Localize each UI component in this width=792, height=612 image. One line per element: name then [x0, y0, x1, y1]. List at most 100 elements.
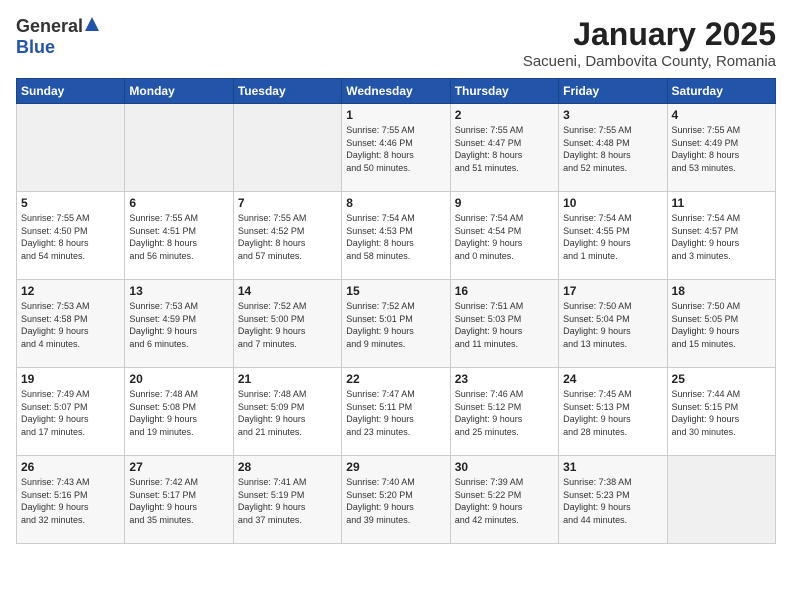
day-number: 19: [21, 372, 120, 386]
day-detail: Sunrise: 7:38 AM Sunset: 5:23 PM Dayligh…: [563, 476, 662, 526]
calendar-cell: 12 Sunrise: 7:53 AM Sunset: 4:58 PM Dayli…: [17, 280, 125, 368]
calendar-cell: 17 Sunrise: 7:50 AM Sunset: 5:04 PM Dayli…: [559, 280, 667, 368]
day-detail: Sunrise: 7:48 AM Sunset: 5:09 PM Dayligh…: [238, 388, 337, 438]
day-detail: Sunrise: 7:50 AM Sunset: 5:04 PM Dayligh…: [563, 300, 662, 350]
calendar-cell: 7Sunrise: 7:55 AM Sunset: 4:52 PM Daylig…: [233, 192, 341, 280]
calendar-cell: 21 Sunrise: 7:48 AM Sunset: 5:09 PM Dayli…: [233, 368, 341, 456]
calendar-cell: 20 Sunrise: 7:48 AM Sunset: 5:08 PM Dayli…: [125, 368, 233, 456]
day-detail: Sunrise: 7:45 AM Sunset: 5:13 PM Dayligh…: [563, 388, 662, 438]
day-detail: Sunrise: 7:55 AM Sunset: 4:50 PM Dayligh…: [21, 212, 120, 262]
weekday-header-monday: Monday: [125, 79, 233, 104]
day-detail: Sunrise: 7:54 AM Sunset: 4:55 PM Dayligh…: [563, 212, 662, 262]
page-header: General Blue January 2025 Sacueni, Dambo…: [16, 16, 776, 70]
day-number: 25: [672, 372, 771, 386]
day-detail: Sunrise: 7:54 AM Sunset: 4:53 PM Dayligh…: [346, 212, 445, 262]
day-detail: Sunrise: 7:53 AM Sunset: 4:58 PM Dayligh…: [21, 300, 120, 350]
calendar-cell: 23Sunrise: 7:46 AM Sunset: 5:12 PM Dayli…: [450, 368, 558, 456]
calendar-cell: 19 Sunrise: 7:49 AM Sunset: 5:07 PM Dayli…: [17, 368, 125, 456]
calendar-cell: 5Sunrise: 7:55 AM Sunset: 4:50 PM Daylig…: [17, 192, 125, 280]
day-number: 30: [455, 460, 554, 474]
day-number: 23: [455, 372, 554, 386]
day-detail: Sunrise: 7:54 AM Sunset: 4:57 PM Dayligh…: [672, 212, 771, 262]
calendar-cell: 16 Sunrise: 7:51 AM Sunset: 5:03 PM Dayli…: [450, 280, 558, 368]
day-detail: Sunrise: 7:48 AM Sunset: 5:08 PM Dayligh…: [129, 388, 228, 438]
day-number: 1: [346, 108, 445, 122]
day-number: 24: [563, 372, 662, 386]
logo-icon: [85, 17, 99, 36]
day-number: 6: [129, 196, 228, 210]
calendar-cell: 10 Sunrise: 7:54 AM Sunset: 4:55 PM Dayli…: [559, 192, 667, 280]
weekday-header-saturday: Saturday: [667, 79, 775, 104]
weekday-header-friday: Friday: [559, 79, 667, 104]
day-number: 12: [21, 284, 120, 298]
day-detail: Sunrise: 7:44 AM Sunset: 5:15 PM Dayligh…: [672, 388, 771, 438]
day-number: 21: [238, 372, 337, 386]
calendar-table: SundayMondayTuesdayWednesdayThursdayFrid…: [16, 78, 776, 544]
weekday-header-thursday: Thursday: [450, 79, 558, 104]
day-number: 16: [455, 284, 554, 298]
day-number: 10: [563, 196, 662, 210]
calendar-cell: 28Sunrise: 7:41 AM Sunset: 5:19 PM Dayli…: [233, 456, 341, 544]
day-detail: Sunrise: 7:39 AM Sunset: 5:22 PM Dayligh…: [455, 476, 554, 526]
day-detail: Sunrise: 7:54 AM Sunset: 4:54 PM Dayligh…: [455, 212, 554, 262]
day-detail: Sunrise: 7:47 AM Sunset: 5:11 PM Dayligh…: [346, 388, 445, 438]
weekday-header-wednesday: Wednesday: [342, 79, 450, 104]
calendar-cell: 26Sunrise: 7:43 AM Sunset: 5:16 PM Dayli…: [17, 456, 125, 544]
calendar-cell: 24 Sunrise: 7:45 AM Sunset: 5:13 PM Dayli…: [559, 368, 667, 456]
weekday-header-tuesday: Tuesday: [233, 79, 341, 104]
calendar-cell: 30 Sunrise: 7:39 AM Sunset: 5:22 PM Dayli…: [450, 456, 558, 544]
day-detail: Sunrise: 7:52 AM Sunset: 5:00 PM Dayligh…: [238, 300, 337, 350]
day-number: 4: [672, 108, 771, 122]
day-detail: Sunrise: 7:55 AM Sunset: 4:47 PM Dayligh…: [455, 124, 554, 174]
day-number: 31: [563, 460, 662, 474]
calendar-cell: 6Sunrise: 7:55 AM Sunset: 4:51 PM Daylig…: [125, 192, 233, 280]
day-detail: Sunrise: 7:55 AM Sunset: 4:49 PM Dayligh…: [672, 124, 771, 174]
day-detail: Sunrise: 7:55 AM Sunset: 4:48 PM Dayligh…: [563, 124, 662, 174]
week-row-4: 19 Sunrise: 7:49 AM Sunset: 5:07 PM Dayli…: [17, 368, 776, 456]
day-number: 13: [129, 284, 228, 298]
day-number: 18: [672, 284, 771, 298]
calendar-cell: 29Sunrise: 7:40 AM Sunset: 5:20 PM Dayli…: [342, 456, 450, 544]
day-number: 28: [238, 460, 337, 474]
calendar-cell: 8Sunrise: 7:54 AM Sunset: 4:53 PM Daylig…: [342, 192, 450, 280]
week-row-1: 1 Sunrise: 7:55 AM Sunset: 4:46 PM Daylig…: [17, 104, 776, 192]
day-number: 27: [129, 460, 228, 474]
calendar-title: January 2025: [523, 16, 776, 53]
calendar-cell: 22 Sunrise: 7:47 AM Sunset: 5:11 PM Dayli…: [342, 368, 450, 456]
calendar-cell: 11 Sunrise: 7:54 AM Sunset: 4:57 PM Dayli…: [667, 192, 775, 280]
week-row-3: 12 Sunrise: 7:53 AM Sunset: 4:58 PM Dayli…: [17, 280, 776, 368]
day-detail: Sunrise: 7:50 AM Sunset: 5:05 PM Dayligh…: [672, 300, 771, 350]
calendar-cell: [667, 456, 775, 544]
weekday-header-row: SundayMondayTuesdayWednesdayThursdayFrid…: [17, 79, 776, 104]
logo: General Blue: [16, 16, 99, 58]
calendar-cell: 9Sunrise: 7:54 AM Sunset: 4:54 PM Daylig…: [450, 192, 558, 280]
calendar-cell: [233, 104, 341, 192]
calendar-cell: [17, 104, 125, 192]
day-detail: Sunrise: 7:49 AM Sunset: 5:07 PM Dayligh…: [21, 388, 120, 438]
day-detail: Sunrise: 7:55 AM Sunset: 4:52 PM Dayligh…: [238, 212, 337, 262]
day-number: 26: [21, 460, 120, 474]
calendar-cell: 3 Sunrise: 7:55 AM Sunset: 4:48 PM Daylig…: [559, 104, 667, 192]
calendar-cell: 15Sunrise: 7:52 AM Sunset: 5:01 PM Dayli…: [342, 280, 450, 368]
day-number: 14: [238, 284, 337, 298]
day-detail: Sunrise: 7:42 AM Sunset: 5:17 PM Dayligh…: [129, 476, 228, 526]
calendar-cell: 13 Sunrise: 7:53 AM Sunset: 4:59 PM Dayli…: [125, 280, 233, 368]
day-number: 20: [129, 372, 228, 386]
title-block: January 2025 Sacueni, Dambovita County, …: [523, 16, 776, 70]
day-number: 17: [563, 284, 662, 298]
calendar-cell: [125, 104, 233, 192]
day-detail: Sunrise: 7:40 AM Sunset: 5:20 PM Dayligh…: [346, 476, 445, 526]
day-number: 11: [672, 196, 771, 210]
day-detail: Sunrise: 7:55 AM Sunset: 4:46 PM Dayligh…: [346, 124, 445, 174]
week-row-5: 26Sunrise: 7:43 AM Sunset: 5:16 PM Dayli…: [17, 456, 776, 544]
calendar-cell: 14 Sunrise: 7:52 AM Sunset: 5:00 PM Dayli…: [233, 280, 341, 368]
day-detail: Sunrise: 7:51 AM Sunset: 5:03 PM Dayligh…: [455, 300, 554, 350]
calendar-location: Sacueni, Dambovita County, Romania: [523, 53, 776, 70]
day-detail: Sunrise: 7:53 AM Sunset: 4:59 PM Dayligh…: [129, 300, 228, 350]
day-number: 3: [563, 108, 662, 122]
calendar-cell: 1 Sunrise: 7:55 AM Sunset: 4:46 PM Daylig…: [342, 104, 450, 192]
calendar-cell: 27 Sunrise: 7:42 AM Sunset: 5:17 PM Dayli…: [125, 456, 233, 544]
day-number: 2: [455, 108, 554, 122]
day-number: 22: [346, 372, 445, 386]
calendar-cell: 4 Sunrise: 7:55 AM Sunset: 4:49 PM Daylig…: [667, 104, 775, 192]
